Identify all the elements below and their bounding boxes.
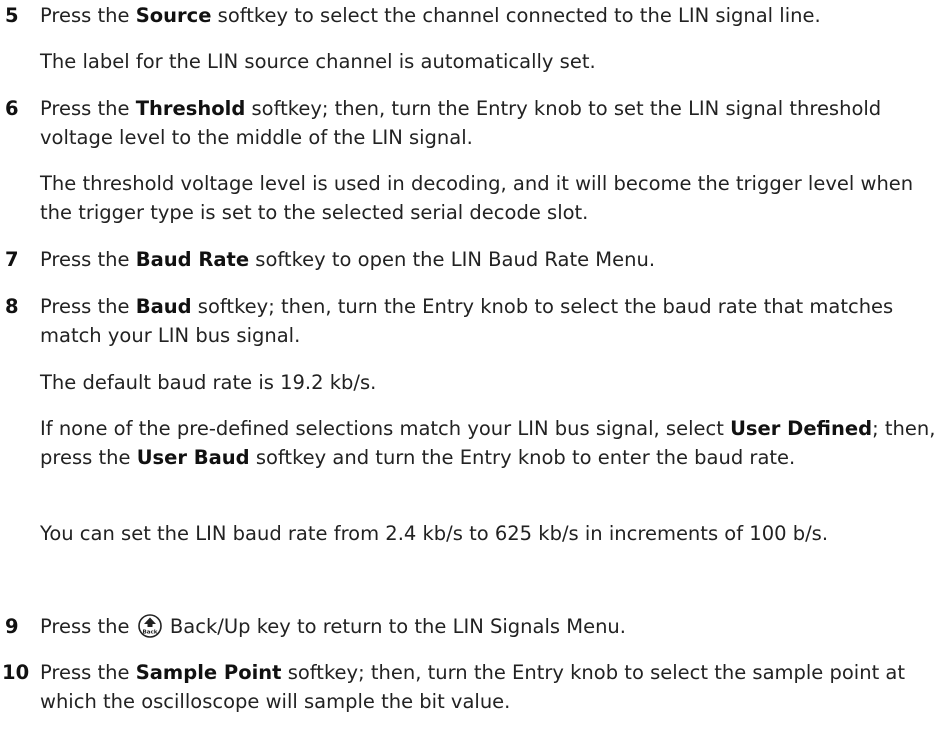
- step-text: Press the Back Back/Up key to return to …: [40, 614, 626, 638]
- step-text: Press the Source softkey to select the c…: [40, 4, 821, 27]
- softkey-threshold: Threshold: [135, 97, 246, 120]
- step-text: Press the Baud softkey; then, turn the E…: [40, 295, 894, 347]
- softkey-source: Source: [135, 4, 212, 27]
- step-number: 10: [2, 661, 30, 684]
- back-icon-label: Back: [142, 630, 157, 636]
- softkey-sample-point: Sample Point: [135, 661, 282, 684]
- user-defined-option: User Defined: [730, 417, 873, 440]
- step-number: 6: [5, 97, 19, 120]
- step-text: Press the Threshold softkey; then, turn …: [40, 97, 882, 149]
- back-up-key-icon: Back: [137, 614, 162, 638]
- step-number: 5: [5, 4, 19, 27]
- step-6-note: The threshold voltage level is used in d…: [40, 172, 914, 224]
- step-text: Press the Baud Rate softkey to open the …: [40, 248, 656, 271]
- step-5-note: The label for the LIN source channel is …: [40, 50, 596, 73]
- step-number: 9: [5, 615, 19, 638]
- step-number: 8: [5, 295, 19, 318]
- user-defined-note: If none of the pre-defined selections ma…: [40, 417, 936, 469]
- softkey-user-baud: User Baud: [136, 446, 250, 469]
- step-number: 7: [5, 248, 19, 271]
- default-baud-note: The default baud rate is 19.2 kb/s.: [40, 371, 377, 394]
- document-page: 5 Press the Source softkey to select the…: [0, 0, 952, 739]
- baud-range-note: You can set the LIN baud rate from 2.4 k…: [40, 522, 829, 545]
- softkey-baud: Baud: [135, 295, 192, 318]
- step-text: Press the Sample Point softkey; then, tu…: [40, 661, 906, 713]
- softkey-baud-rate: Baud Rate: [135, 248, 250, 271]
